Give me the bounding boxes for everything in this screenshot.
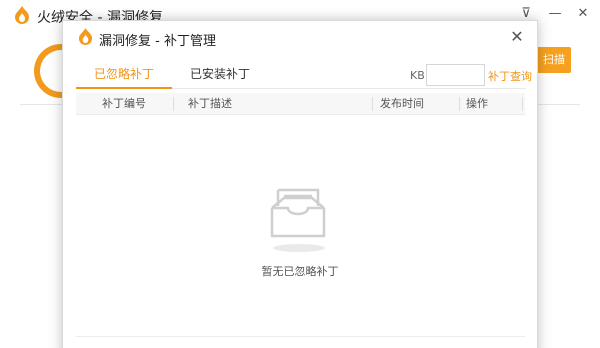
column-header-patch-id[interactable]: 补丁编号 (102, 93, 146, 115)
empty-inbox-icon (270, 188, 326, 238)
huorong-logo-icon (78, 28, 93, 45)
huorong-logo-icon (15, 6, 29, 24)
column-separator (372, 97, 373, 111)
empty-icon-shadow (273, 244, 325, 252)
patch-management-dialog: 漏洞修复 - 补丁管理 ✕ 已忽略补丁 已安装补丁 KB 补丁查询 补丁编号 补… (62, 20, 538, 348)
column-header-description[interactable]: 补丁描述 (188, 93, 232, 115)
dialog-titlebar: 漏洞修复 - 补丁管理 ✕ (63, 21, 537, 53)
column-separator (459, 97, 460, 111)
dialog-close-icon[interactable]: ✕ (507, 27, 527, 47)
column-separator (522, 97, 523, 111)
minimize-icon[interactable]: — (546, 6, 564, 22)
tab-installed-patches[interactable]: 已安装补丁 (172, 61, 268, 89)
kb-label: KB (410, 69, 425, 82)
column-separator (173, 97, 174, 111)
tab-ignored-patches[interactable]: 已忽略补丁 (76, 61, 172, 89)
patch-query-link[interactable]: 补丁查询 (488, 68, 532, 84)
bottom-divider (76, 336, 525, 337)
column-header-release-date[interactable]: 发布时间 (380, 93, 424, 115)
column-header-action: 操作 (466, 97, 488, 110)
empty-state-text: 暂无已忽略补丁 (261, 265, 339, 278)
kb-search-input[interactable] (426, 64, 485, 86)
close-icon[interactable]: ✕ (574, 6, 592, 22)
dialog-title: 漏洞修复 - 补丁管理 (99, 34, 216, 49)
table-header: 补丁编号 补丁描述 发布时间 操作 (76, 93, 525, 115)
